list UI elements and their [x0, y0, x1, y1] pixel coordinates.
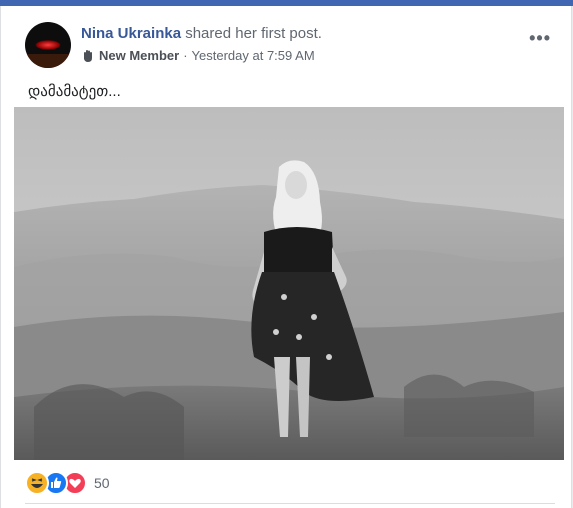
post-timestamp[interactable]: Yesterday at 7:59 AM [192, 48, 315, 63]
meta-line: New Member · Yesterday at 7:59 AM [81, 48, 315, 63]
member-badge: New Member [99, 48, 180, 63]
wave-hand-icon [81, 49, 95, 63]
reaction-count[interactable]: 50 [94, 475, 110, 491]
post-card: Nina Ukrainka shared her first post. New… [0, 6, 572, 508]
divider [25, 503, 555, 504]
more-options-button[interactable]: ••• [529, 28, 551, 49]
post-header: Nina Ukrainka shared her first post. New… [25, 22, 555, 74]
avatar-ground [25, 54, 71, 68]
author-name[interactable]: Nina Ukrainka [81, 25, 181, 42]
avatar[interactable] [25, 22, 71, 68]
post-text: დამამატეთ... [28, 83, 121, 100]
post-action: shared her first post. [185, 25, 322, 42]
haha-icon [25, 471, 49, 495]
author-line: Nina Ukrainka shared her first post. [81, 25, 322, 42]
avatar-glow [35, 40, 61, 50]
meta-separator: · [183, 48, 188, 63]
post-photo[interactable] [14, 107, 564, 460]
reactions-bar[interactable]: 50 [25, 471, 110, 495]
